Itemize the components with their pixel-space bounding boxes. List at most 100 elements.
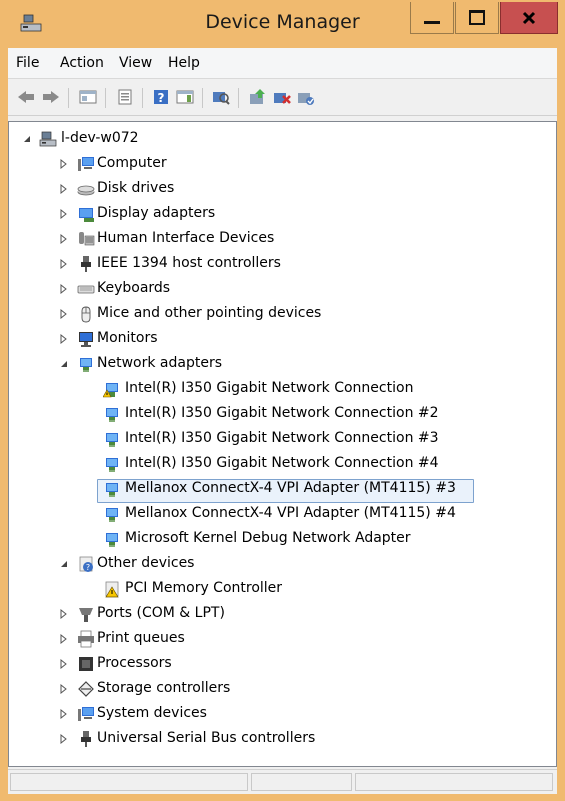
expand-arrow-icon[interactable]: [59, 609, 69, 619]
network-adapter-icon: [106, 408, 118, 422]
help-icon[interactable]: ?: [151, 88, 171, 106]
minimize-button[interactable]: [410, 2, 454, 34]
tree-category-label[interactable]: IEEE 1394 host controllers: [97, 255, 281, 271]
tree-device-label[interactable]: Microsoft Kernel Debug Network Adapter: [125, 530, 411, 546]
tree-category-label[interactable]: Monitors: [97, 330, 158, 346]
tree-category-label[interactable]: Print queues: [97, 630, 185, 646]
tree-device-label-selected[interactable]: Mellanox ConnectX-4 VPI Adapter (MT4115)…: [125, 480, 456, 496]
menu-view[interactable]: View: [119, 55, 152, 71]
system-devices-icon: [78, 707, 94, 721]
expand-arrow-icon[interactable]: [59, 159, 69, 169]
expand-arrow-icon[interactable]: [59, 659, 69, 669]
title-bar[interactable]: Device Manager: [0, 0, 565, 48]
device-tree[interactable]: l-dev-w072 Computer Disk drives Display ada…: [8, 121, 557, 767]
expand-arrow-icon[interactable]: [59, 184, 69, 194]
tree-device-label[interactable]: Intel(R) I350 Gigabit Network Connection: [125, 380, 413, 396]
expand-arrow-icon[interactable]: [59, 734, 69, 744]
tree-category-label[interactable]: Ports (COM & LPT): [97, 605, 225, 621]
close-icon: [522, 11, 536, 24]
scan-hardware-icon[interactable]: [211, 88, 231, 106]
expand-arrow-icon[interactable]: [59, 334, 69, 344]
status-cell: [355, 773, 553, 791]
tree-category-label[interactable]: Other devices: [97, 555, 194, 571]
maximize-icon: [469, 10, 485, 25]
uninstall-icon[interactable]: [272, 88, 292, 106]
printer-icon: [78, 630, 94, 648]
minimize-icon: [424, 21, 440, 24]
svg-text:?: ?: [86, 563, 90, 572]
other-devices-icon: ?: [79, 556, 93, 572]
tree-category-label[interactable]: Storage controllers: [97, 680, 230, 696]
network-adapter-icon: [106, 508, 118, 522]
toolbar-separator: [238, 88, 239, 108]
expand-arrow-icon[interactable]: [59, 284, 69, 294]
status-bar: [8, 769, 557, 794]
expand-arrow-icon[interactable]: [59, 234, 69, 244]
menu-help[interactable]: Help: [168, 55, 200, 71]
monitor-icon: [79, 332, 93, 347]
port-icon: [79, 608, 93, 622]
tree-device-label[interactable]: Mellanox ConnectX-4 VPI Adapter (MT4115)…: [125, 505, 456, 521]
tree-category-label[interactable]: System devices: [97, 705, 207, 721]
processor-icon: [79, 657, 93, 671]
update-driver-icon[interactable]: [248, 88, 268, 106]
computer-root-icon: [39, 131, 57, 147]
mouse-icon: [81, 306, 91, 323]
menu-bar: File Action View Help: [8, 48, 557, 79]
keyboard-icon: [77, 285, 95, 294]
tree-category-label[interactable]: Disk drives: [97, 180, 174, 196]
toolbar-separator: [68, 88, 69, 108]
storage-controller-icon: [78, 681, 94, 697]
properties-icon[interactable]: [115, 88, 135, 106]
toolbar-separator: [142, 88, 143, 108]
expand-arrow-icon[interactable]: [59, 634, 69, 644]
toolbar-separator: [105, 88, 106, 108]
tree-category-label[interactable]: Keyboards: [97, 280, 170, 296]
back-icon[interactable]: [16, 88, 36, 106]
usb-icon: [81, 731, 91, 747]
collapse-arrow-icon[interactable]: [22, 134, 32, 144]
tree-category-label[interactable]: Processors: [97, 655, 172, 671]
collapse-arrow-icon[interactable]: [59, 559, 69, 569]
forward-icon[interactable]: [41, 88, 61, 106]
expand-arrow-icon[interactable]: [59, 209, 69, 219]
maximize-button[interactable]: [455, 2, 499, 34]
tree-category-label[interactable]: Human Interface Devices: [97, 230, 274, 246]
close-button[interactable]: [500, 2, 558, 34]
collapse-arrow-icon[interactable]: [59, 359, 69, 369]
toolbar-separator: [202, 88, 203, 108]
display-adapter-icon: [79, 208, 94, 222]
tree-category-label[interactable]: Mice and other pointing devices: [97, 305, 321, 321]
show-hide-console-tree-icon[interactable]: [78, 88, 98, 106]
menu-file[interactable]: File: [16, 55, 39, 71]
tree-device-label[interactable]: PCI Memory Controller: [125, 580, 282, 596]
tree-category-label[interactable]: Computer: [97, 155, 167, 171]
expand-arrow-icon[interactable]: [59, 684, 69, 694]
tree-category-label[interactable]: Network adapters: [97, 355, 222, 371]
tree-category-label[interactable]: Universal Serial Bus controllers: [97, 730, 315, 746]
tree-root-label[interactable]: l-dev-w072: [61, 130, 139, 146]
menu-action[interactable]: Action: [60, 55, 104, 71]
disk-drive-icon: [77, 185, 95, 196]
show-action-pane-icon[interactable]: [175, 88, 195, 106]
svg-text:?: ?: [158, 91, 165, 105]
expand-arrow-icon[interactable]: [59, 709, 69, 719]
hid-icon: [79, 232, 95, 246]
unknown-device-warning-icon: [105, 581, 119, 598]
enable-device-icon[interactable]: [296, 88, 316, 106]
network-adapter-icon: [106, 533, 118, 547]
network-adapter-icon: [106, 483, 118, 497]
toolbar: ?: [8, 79, 557, 116]
network-adapter-icon: [106, 433, 118, 447]
tree-device-label[interactable]: Intel(R) I350 Gigabit Network Connection…: [125, 430, 439, 446]
expand-arrow-icon[interactable]: [59, 309, 69, 319]
network-adapter-icon: [80, 358, 92, 372]
tree-device-label[interactable]: Intel(R) I350 Gigabit Network Connection…: [125, 405, 439, 421]
computer-icon: [78, 157, 94, 171]
status-cell: [251, 773, 352, 791]
tree-device-label[interactable]: Intel(R) I350 Gigabit Network Connection…: [125, 455, 439, 471]
expand-arrow-icon[interactable]: [59, 259, 69, 269]
client-area: File Action View Help ? l-dev-w072 Comput…: [8, 48, 557, 794]
tree-category-label[interactable]: Display adapters: [97, 205, 215, 221]
device-manager-window: Device Manager File Action View Help ? l…: [0, 0, 565, 801]
